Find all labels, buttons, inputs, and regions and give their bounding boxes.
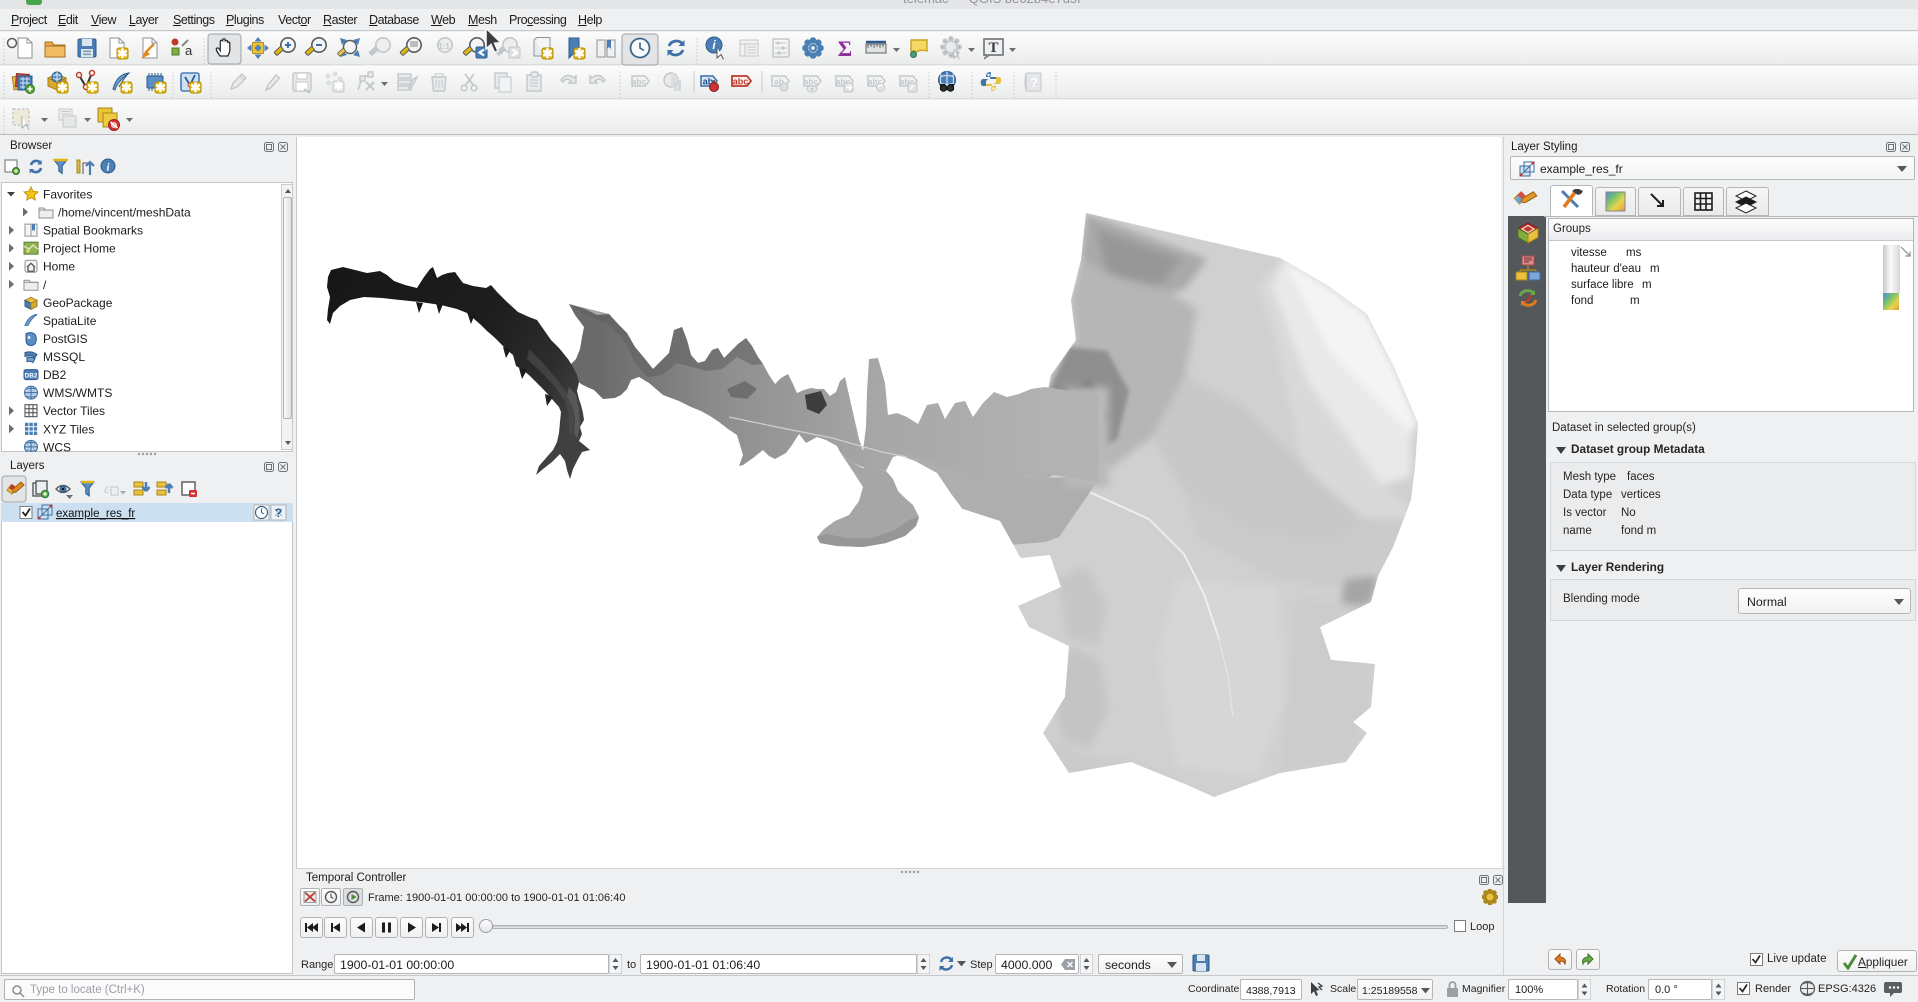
svg-text:/: / (43, 278, 47, 292)
svg-text:m: m (1650, 263, 1660, 275)
svg-text:DB2: DB2 (43, 368, 67, 382)
svg-text:DB2: DB2 (24, 373, 37, 380)
svg-text:1:1: 1:1 (438, 42, 450, 51)
svg-text:?: ? (275, 506, 282, 520)
svg-text:Spatial Bookmarks: Spatial Bookmarks (43, 224, 143, 238)
svg-text:Favorites: Favorites (43, 188, 92, 202)
svg-text:hauteur d'eau: hauteur d'eau (1571, 263, 1641, 275)
svg-text:m: m (1630, 295, 1640, 307)
svg-text:example_res_fr: example_res_fr (56, 508, 135, 520)
svg-text:Vector Tiles: Vector Tiles (43, 404, 105, 418)
svg-text:✱: ✱ (155, 80, 166, 95)
svg-text:PostGIS: PostGIS (43, 332, 88, 346)
svg-text:✱: ✱ (121, 80, 132, 95)
svg-text:surface libre: surface libre (1571, 279, 1634, 291)
svg-text:abc: abc (632, 77, 647, 87)
svg-text:MSSQL: MSSQL (43, 350, 85, 364)
svg-text:SpatiaLite: SpatiaLite (43, 314, 97, 328)
svg-text:✱: ✱ (117, 46, 128, 61)
svg-text:abc: abc (733, 77, 749, 87)
svg-text:vitesse: vitesse (1571, 247, 1607, 259)
svg-text:/home/vincent/meshData: /home/vincent/meshData (58, 206, 191, 220)
svg-text:fond: fond (1571, 295, 1593, 307)
svg-text:abc: abc (804, 77, 819, 87)
svg-text:ε: ε (104, 482, 110, 497)
svg-text:✱: ✱ (190, 80, 201, 95)
svg-text:✱: ✱ (57, 80, 68, 95)
svg-text:WMS/WMTS: WMS/WMTS (43, 386, 112, 400)
svg-text:✱: ✱ (574, 46, 585, 61)
svg-text:?: ? (1030, 75, 1038, 90)
svg-text:m: m (1642, 279, 1652, 291)
svg-text:Σ: Σ (838, 36, 852, 61)
svg-text:WCS: WCS (43, 440, 71, 452)
svg-text:GeoPackage: GeoPackage (43, 296, 113, 310)
svg-text:a: a (185, 43, 193, 58)
svg-text:✱: ✱ (333, 79, 343, 93)
svg-text:✱: ✱ (87, 80, 98, 95)
svg-text:T: T (988, 40, 998, 56)
svg-text:ms: ms (1626, 247, 1642, 259)
svg-text:✱: ✱ (542, 46, 553, 61)
svg-text:Project Home: Project Home (43, 242, 116, 256)
svg-text:Home: Home (43, 260, 75, 274)
svg-text:XYZ Tiles: XYZ Tiles (43, 422, 94, 436)
